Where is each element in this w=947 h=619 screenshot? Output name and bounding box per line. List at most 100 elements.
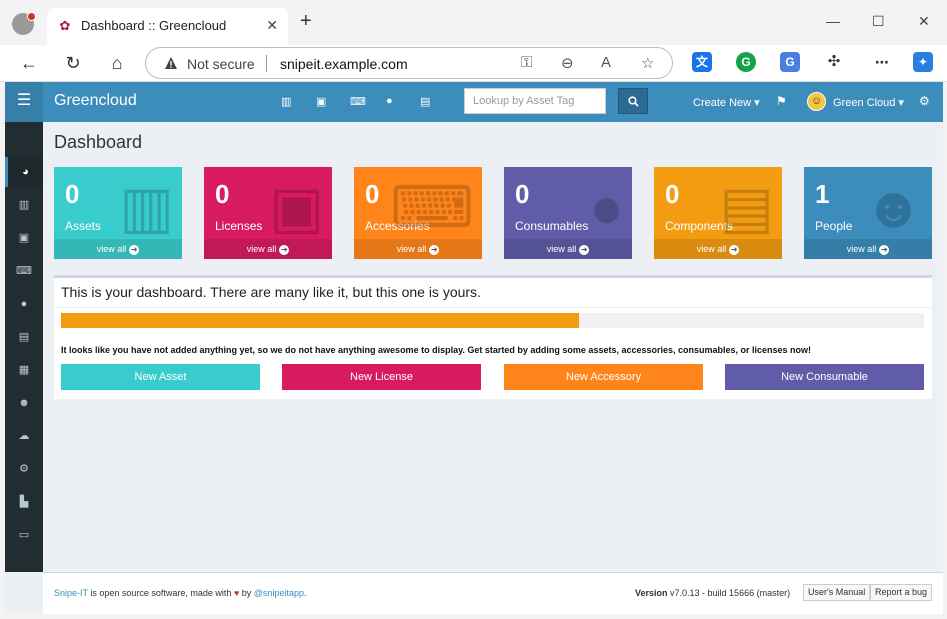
- stat-box-people[interactable]: 1 People ☻ view all ➜: [804, 167, 932, 259]
- create-new-dropdown[interactable]: Create New ▾: [693, 96, 760, 109]
- stat-view-all-link[interactable]: view all ➜: [654, 239, 782, 259]
- arrow-circle-right-icon: ➜: [729, 245, 740, 255]
- view-all-text: view all: [246, 244, 277, 254]
- sidebar-item-people[interactable]: ☻: [5, 388, 43, 418]
- nav-licenses-icon[interactable]: ▣: [316, 95, 326, 108]
- nav-components-icon[interactable]: ▤: [420, 95, 430, 108]
- view-all-text: view all: [846, 244, 877, 254]
- sidebar-top: ☰: [5, 82, 43, 122]
- sidebar: ☰ ◕ ▥ ▣ ⌨ ● ▤ ▦ ☻ ☁ ⚙ ▙ ▭: [5, 82, 43, 572]
- sidebar-item-kits[interactable]: ▦: [5, 355, 43, 385]
- version-label: Version: [635, 588, 668, 598]
- extensions-puzzle-icon[interactable]: ✣: [824, 52, 844, 72]
- new-consumable-button[interactable]: New Consumable: [725, 364, 924, 390]
- google-translate-extension-icon[interactable]: G: [780, 52, 800, 72]
- address-separator: [266, 55, 267, 72]
- stat-count: 1: [815, 179, 830, 209]
- stat-count: 0: [515, 179, 530, 209]
- nav-assets-icon[interactable]: ▥: [281, 95, 291, 108]
- search-icon: [627, 96, 639, 107]
- sidebar-item-import[interactable]: ☁: [5, 421, 43, 451]
- sidebar-item-components[interactable]: ▤: [5, 322, 43, 352]
- maximize-icon[interactable]: ☐: [872, 13, 885, 30]
- user-avatar[interactable]: ☺: [807, 92, 826, 111]
- snipe-it-link[interactable]: Snipe-IT: [54, 588, 88, 598]
- floppy-disk-icon: ▣: [269, 175, 324, 240]
- zoom-out-icon[interactable]: ⊖: [561, 54, 574, 72]
- menu-toggle-icon[interactable]: ☰: [5, 82, 43, 122]
- stat-box-accessories[interactable]: 0 Accessories ⌨ view all ➜: [354, 167, 482, 259]
- browser-tab[interactable]: ✿ Dashboard :: Greencloud ✕: [47, 8, 288, 45]
- address-bar[interactable]: Not secure snipeit.example.com ⚿ ⊖ A ☆: [145, 47, 673, 79]
- footer-text: is open source software, made with: [87, 588, 234, 598]
- favorite-star-icon[interactable]: ☆: [641, 54, 654, 72]
- stat-box-licenses[interactable]: 0 Licenses ▣ view all ➜: [204, 167, 332, 259]
- view-all-text: view all: [96, 244, 127, 254]
- stat-count: 0: [365, 179, 380, 209]
- arrow-circle-right-icon: ➜: [279, 245, 290, 255]
- barcode-icon: ▥: [119, 175, 174, 240]
- sidebar-item-dashboard[interactable]: ◕: [5, 157, 43, 187]
- grammarly-extension-icon[interactable]: G: [736, 52, 756, 72]
- empty-state-message: It looks like you have not added anythin…: [61, 345, 812, 355]
- sidebar-item-accessories[interactable]: ⌨: [5, 256, 43, 286]
- footer-text: .: [303, 588, 307, 598]
- browser-toolbar: ← ↻ ⌂ Not secure snipeit.example.com ⚿ ⊖…: [0, 45, 947, 82]
- sidebar-item-assets[interactable]: ▥: [5, 190, 43, 220]
- profile-avatar-icon[interactable]: [12, 12, 36, 35]
- snipeitapp-link[interactable]: @snipeitapp: [254, 588, 304, 598]
- sidebar-item-licenses[interactable]: ▣: [5, 223, 43, 253]
- stat-label: People: [815, 219, 853, 233]
- user-menu-dropdown[interactable]: Green Cloud ▾: [833, 96, 904, 109]
- stat-count: 0: [665, 179, 680, 209]
- sidebar-item-settings[interactable]: ⚙: [5, 454, 43, 484]
- arrow-circle-right-icon: ➜: [579, 245, 590, 255]
- sidebar-item-requestable[interactable]: ▭: [5, 520, 43, 550]
- sidebar-item-reports[interactable]: ▙: [5, 487, 43, 517]
- search-button[interactable]: [618, 88, 648, 114]
- arrow-circle-right-icon: ➜: [129, 245, 140, 255]
- reload-icon[interactable]: ↻: [61, 51, 85, 75]
- stat-box-assets[interactable]: 0 Assets ▥ view all ➜: [54, 167, 182, 259]
- stat-label: Assets: [65, 219, 102, 233]
- new-license-button[interactable]: New License: [282, 364, 481, 390]
- url-text[interactable]: snipeit.example.com: [280, 56, 408, 72]
- minimize-icon[interactable]: —: [826, 13, 840, 29]
- report-bug-button[interactable]: Report a bug: [870, 584, 933, 601]
- panel-title: This is your dashboard. There are many l…: [61, 284, 481, 300]
- top-navbar: Greencloud ▥ ▣ ⌨ ● ▤ Lookup by Asset Tag…: [43, 82, 943, 122]
- new-tab-icon[interactable]: +: [300, 11, 312, 31]
- home-icon[interactable]: ⌂: [105, 51, 129, 75]
- key-icon[interactable]: ⚿: [521, 54, 532, 71]
- brand-name[interactable]: Greencloud: [54, 92, 137, 110]
- copilot-icon[interactable]: ✦: [913, 52, 933, 72]
- sidebar-item-consumables[interactable]: ●: [5, 289, 43, 319]
- users-manual-button[interactable]: User's Manual: [803, 584, 871, 601]
- stat-view-all-link[interactable]: view all ➜: [504, 239, 632, 259]
- alerts-flag-icon[interactable]: ⚑: [776, 94, 787, 108]
- nav-accessories-icon[interactable]: ⌨: [350, 95, 366, 108]
- nav-consumables-icon[interactable]: ●: [386, 95, 393, 107]
- close-tab-icon[interactable]: ✕: [266, 17, 278, 34]
- security-label[interactable]: Not secure: [187, 56, 255, 72]
- stat-view-all-link[interactable]: view all ➜: [54, 239, 182, 259]
- stat-box-consumables[interactable]: 0 Consumables ● view all ➜: [504, 167, 632, 259]
- admin-gears-icon[interactable]: ⚙: [919, 94, 930, 108]
- site-favicon-icon: ✿: [59, 18, 71, 33]
- back-icon[interactable]: ←: [17, 51, 41, 75]
- more-options-icon[interactable]: ⋯: [872, 52, 892, 72]
- asset-tag-search-input[interactable]: Lookup by Asset Tag: [464, 88, 606, 114]
- new-accessory-button[interactable]: New Accessory: [504, 364, 703, 390]
- stat-view-all-link[interactable]: view all ➜: [804, 239, 932, 259]
- progress-bar: [61, 313, 924, 328]
- new-asset-button[interactable]: New Asset: [61, 364, 260, 390]
- read-aloud-icon[interactable]: A: [601, 54, 611, 71]
- stat-box-components[interactable]: 0 Components ▤ view all ➜: [654, 167, 782, 259]
- stat-view-all-link[interactable]: view all ➜: [204, 239, 332, 259]
- version-text: v7.0.13 - build 15666 (master): [667, 588, 791, 598]
- stat-count: 0: [65, 179, 80, 209]
- main-content: Dashboard 0 Assets ▥ view all ➜ 0 License…: [43, 122, 943, 572]
- window-close-icon[interactable]: ✕: [918, 13, 930, 30]
- translate-extension-icon[interactable]: 文: [692, 52, 712, 72]
- stat-view-all-link[interactable]: view all ➜: [354, 239, 482, 259]
